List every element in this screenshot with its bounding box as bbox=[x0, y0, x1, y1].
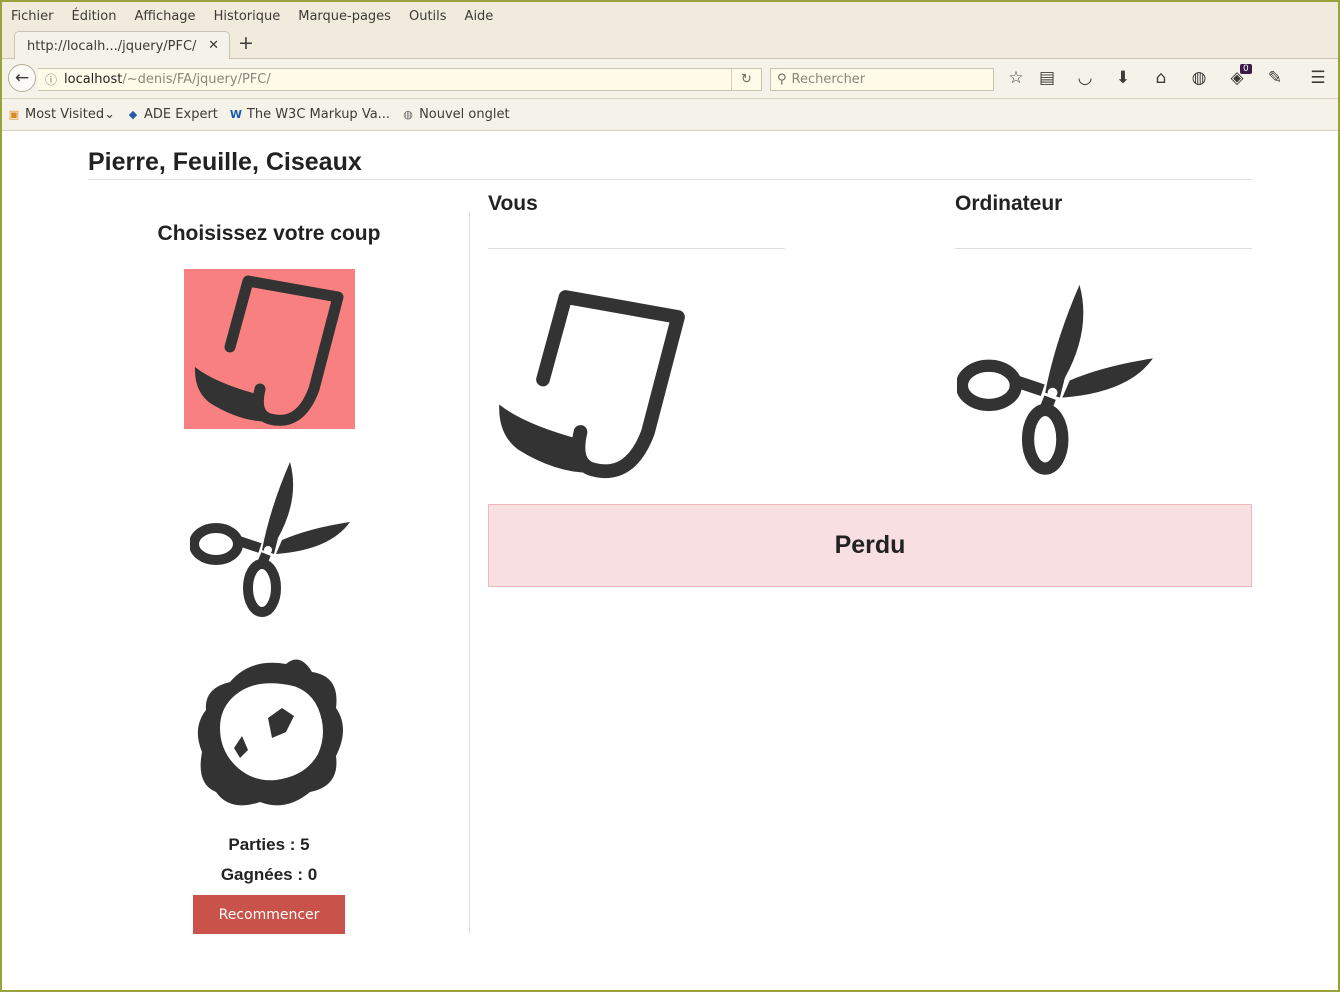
tab-title: http://localh.../jquery/PFC/ bbox=[27, 38, 197, 54]
bookmark-label: Most Visited bbox=[25, 107, 105, 122]
reading-list-icon[interactable]: ▤ bbox=[1036, 68, 1058, 88]
bookmark-ade-expert[interactable]: ◆ ADE Expert bbox=[125, 107, 218, 122]
menu-aide[interactable]: Aide bbox=[465, 9, 494, 24]
folder-icon: ▣ bbox=[8, 107, 20, 121]
player-heading: Vous bbox=[488, 192, 538, 215]
paper-icon bbox=[488, 282, 698, 482]
browser-window: Fichier Édition Affichage Historique Mar… bbox=[0, 0, 1340, 992]
player-panel: Vous bbox=[488, 192, 785, 216]
menu-historique[interactable]: Historique bbox=[214, 9, 281, 24]
search-placeholder: Rechercher bbox=[791, 72, 866, 87]
games-count: Parties : 5 bbox=[228, 835, 310, 854]
menu-marque-pages[interactable]: Marque-pages bbox=[298, 9, 391, 24]
player-divider bbox=[488, 248, 785, 249]
pocket-icon[interactable]: ◡ bbox=[1074, 68, 1096, 88]
reload-icon[interactable]: ↻ bbox=[731, 69, 761, 90]
bookmark-most-visited[interactable]: ▣ Most Visited ⌄ bbox=[6, 107, 115, 122]
choice-scissors-button[interactable] bbox=[184, 458, 355, 618]
chevron-down-icon: ⌄ bbox=[104, 107, 116, 122]
addon-icon[interactable]: ✎ bbox=[1264, 68, 1286, 88]
back-button[interactable]: ← bbox=[8, 64, 36, 92]
restart-button[interactable]: Recommencer bbox=[193, 895, 345, 934]
tab-strip: http://localh.../jquery/PFC/ ✕ + bbox=[2, 30, 1338, 60]
home-icon[interactable]: ⌂ bbox=[1150, 68, 1172, 88]
tab-active[interactable]: http://localh.../jquery/PFC/ ✕ bbox=[14, 31, 230, 60]
page-title: Pierre, Feuille, Ciseaux bbox=[88, 148, 362, 176]
title-divider bbox=[88, 179, 1252, 180]
scissors-icon bbox=[190, 458, 350, 618]
menu-bar: Fichier Édition Affichage Historique Mar… bbox=[2, 2, 1338, 30]
search-icon: ⚲ bbox=[777, 72, 787, 87]
w3c-icon: W bbox=[229, 107, 242, 121]
arrow-left-icon: ← bbox=[14, 68, 30, 88]
menu-affichage[interactable]: Affichage bbox=[134, 9, 195, 24]
ade-icon: ◆ bbox=[128, 107, 138, 121]
url-host: localhost bbox=[64, 72, 123, 87]
bookmarks-bar: ▣ Most Visited ⌄ ◆ ADE Expert W The W3C … bbox=[2, 99, 1338, 131]
result-text: Perdu bbox=[834, 531, 906, 559]
url-bar[interactable]: ⓘ localhost/~denis/FA/jquery/PFC/ ↻ bbox=[38, 68, 762, 91]
bookmark-label: ADE Expert bbox=[144, 107, 218, 122]
notification-badge: 0 bbox=[1240, 64, 1252, 74]
choose-heading: Choisissez votre coup bbox=[157, 222, 381, 245]
rock-icon bbox=[190, 652, 350, 812]
new-tab-icon[interactable]: + bbox=[238, 32, 254, 54]
choice-rock-button[interactable] bbox=[184, 652, 355, 812]
bookmark-label: Nouvel onglet bbox=[419, 107, 510, 122]
scissors-icon bbox=[955, 280, 1155, 476]
nav-bar: ← ⓘ localhost/~denis/FA/jquery/PFC/ ↻ ⚲ … bbox=[2, 59, 1338, 99]
url-path: /~denis/FA/jquery/PFC/ bbox=[122, 72, 271, 87]
search-input[interactable]: ⚲ Rechercher bbox=[770, 68, 994, 91]
download-icon[interactable]: ⬇ bbox=[1112, 68, 1134, 88]
page-content: Pierre, Feuille, Ciseaux Choisissez votr… bbox=[2, 132, 1338, 990]
result-banner: Perdu bbox=[488, 504, 1252, 587]
globe-icon: ◍ bbox=[403, 107, 413, 121]
bookmark-nouvel-onglet[interactable]: ◍ Nouvel onglet bbox=[400, 107, 510, 122]
info-icon[interactable]: ⓘ bbox=[38, 71, 64, 88]
computer-divider bbox=[955, 248, 1252, 249]
hamburger-menu-icon[interactable]: ☰ bbox=[1307, 68, 1329, 88]
close-icon[interactable]: ✕ bbox=[208, 38, 219, 53]
bookmark-w3c[interactable]: W The W3C Markup Va... bbox=[228, 107, 390, 122]
menu-edition[interactable]: Édition bbox=[72, 9, 117, 24]
choice-paper-button[interactable] bbox=[184, 269, 355, 429]
choice-panel: Choisissez votre coup Parties : 5 Gagnée… bbox=[88, 212, 470, 934]
paper-icon bbox=[190, 269, 350, 429]
star-icon[interactable]: ☆ bbox=[1005, 68, 1027, 88]
menu-fichier[interactable]: Fichier bbox=[11, 9, 54, 24]
globe-icon[interactable]: ◍ bbox=[1188, 68, 1210, 88]
menu-outils[interactable]: Outils bbox=[409, 9, 447, 24]
wins-count: Gagnées : 0 bbox=[220, 865, 318, 884]
computer-panel: Ordinateur bbox=[955, 192, 1252, 216]
computer-heading: Ordinateur bbox=[955, 192, 1063, 215]
bookmark-label: The W3C Markup Va... bbox=[246, 107, 391, 122]
